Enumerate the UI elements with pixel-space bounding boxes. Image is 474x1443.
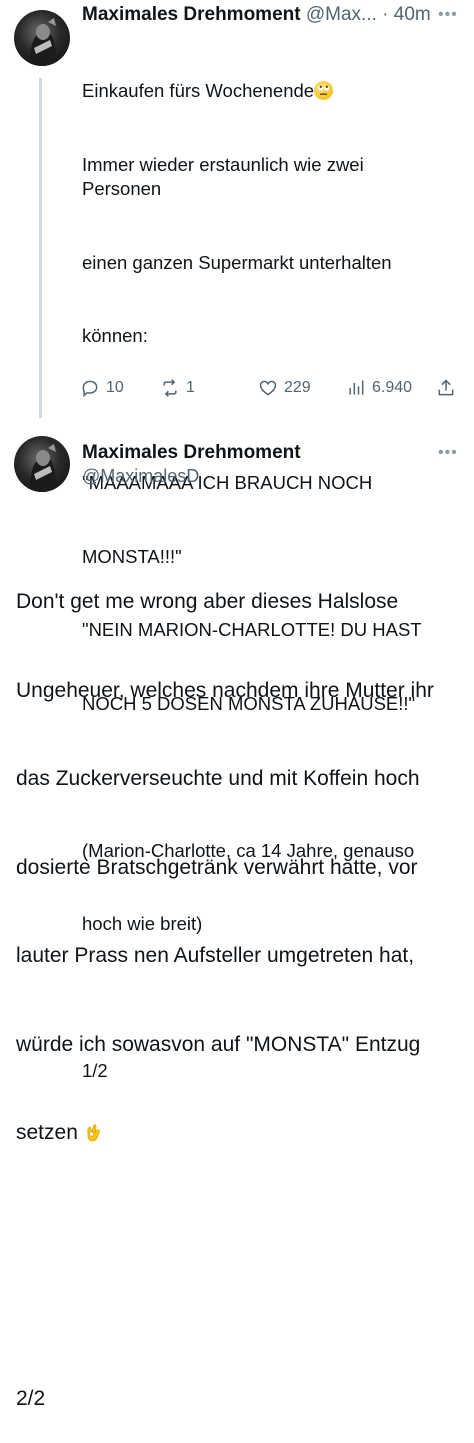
rolling-eyes-emoji-icon	[314, 81, 334, 100]
ok-hand-emoji-icon	[84, 1121, 104, 1143]
tweet2-line: lauter Prass nen Aufsteller umgetreten h…	[16, 944, 415, 967]
share-button[interactable]	[436, 378, 456, 398]
tweet1-line: Einkaufen fürs Wochenende	[82, 79, 442, 104]
tweet1-line: können:	[82, 325, 148, 346]
more-dots-icon[interactable]: •••	[438, 444, 458, 462]
like-count: 229	[284, 379, 311, 396]
tweet1-line: Immer wieder erstaunlich wie zwei Person…	[82, 153, 369, 200]
retweet-count: 1	[186, 379, 195, 396]
like-button[interactable]: 229	[258, 378, 311, 398]
tweet2-text: Don't get me wrong aber dieses Halslose …	[16, 528, 462, 1443]
tweet1-header: Maximales Drehmoment @Max... · 40m	[82, 4, 431, 26]
avatar[interactable]	[14, 10, 70, 66]
avatar-image-icon	[28, 444, 58, 492]
tweet1-author-handle[interactable]: @Max...	[306, 4, 377, 25]
views-chart-icon	[349, 380, 364, 395]
share-icon	[438, 379, 454, 396]
avatar-image-icon	[28, 18, 58, 66]
tweet1-action-bar: 10 1 229 6.940	[80, 378, 460, 404]
tweet2-line	[16, 1295, 462, 1325]
tweet1-line: einen ganzen Supermarkt unterhalten	[82, 251, 392, 273]
views-count: 6.940	[372, 379, 413, 396]
reply-count: 10	[106, 379, 124, 396]
thread-connector-line	[39, 78, 42, 418]
tweet2-author-name[interactable]: Maximales Drehmoment	[82, 442, 301, 464]
tweet1-author-name[interactable]: Maximales Drehmoment	[82, 4, 301, 25]
retweet-icon	[163, 379, 177, 397]
reply-button[interactable]: 10	[80, 378, 124, 398]
tweet2-line: das Zuckerverseuchte und mit Koffein hoc…	[16, 767, 420, 790]
tweet2-line: setzen	[16, 1118, 462, 1148]
tweet2-line: würde ich sowasvon auf "MONSTA" Entzug	[16, 1032, 421, 1056]
tweet2-author-handle[interactable]: @MaximalesD	[82, 466, 199, 487]
tweet2-line	[16, 1207, 462, 1237]
tweet2-line: 2/2	[16, 1386, 46, 1410]
reply-icon	[82, 380, 98, 398]
more-dots-icon[interactable]: •••	[438, 6, 458, 24]
tweet2-line: Ungeheuer, welches nachdem ihre Mutter i…	[16, 678, 434, 702]
tweet2-line: dosierte Bratschgetränk verwährt hatte, …	[16, 855, 418, 879]
retweet-button[interactable]: 1	[160, 378, 195, 398]
avatar[interactable]	[14, 436, 70, 492]
tweet2-line: Don't get me wrong aber dieses Halslose	[16, 590, 399, 613]
heart-icon	[259, 380, 277, 396]
tweet1-timestamp[interactable]: · 40m	[382, 4, 431, 25]
views-button[interactable]: 6.940	[346, 378, 412, 398]
